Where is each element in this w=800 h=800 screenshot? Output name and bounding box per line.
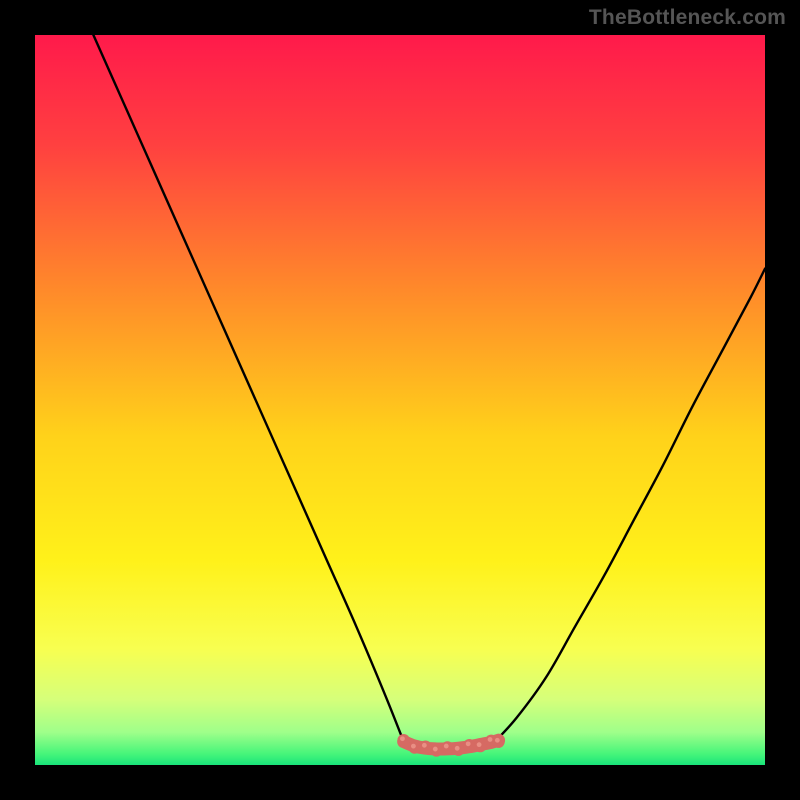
trough-bead-highlight: [488, 737, 493, 742]
chart-frame: TheBottleneck.com: [0, 0, 800, 800]
curve-left-branch: [93, 35, 403, 742]
curve-layer: [35, 35, 765, 765]
trough-bead-highlight: [400, 736, 405, 741]
curve-right-branch: [495, 269, 765, 742]
trough-bead-highlight: [466, 741, 471, 746]
trough-bead-highlight: [444, 744, 449, 749]
watermark-text: TheBottleneck.com: [589, 6, 786, 30]
trough-bead-highlight: [433, 747, 438, 752]
trough-bead-highlight: [411, 744, 416, 749]
plot-area: [35, 35, 765, 765]
trough-marker-group: [397, 734, 504, 757]
trough-bead-highlight: [455, 746, 460, 751]
trough-bead-highlight: [422, 743, 427, 748]
trough-bead-highlight: [477, 742, 482, 747]
trough-bead-highlight: [495, 738, 500, 743]
